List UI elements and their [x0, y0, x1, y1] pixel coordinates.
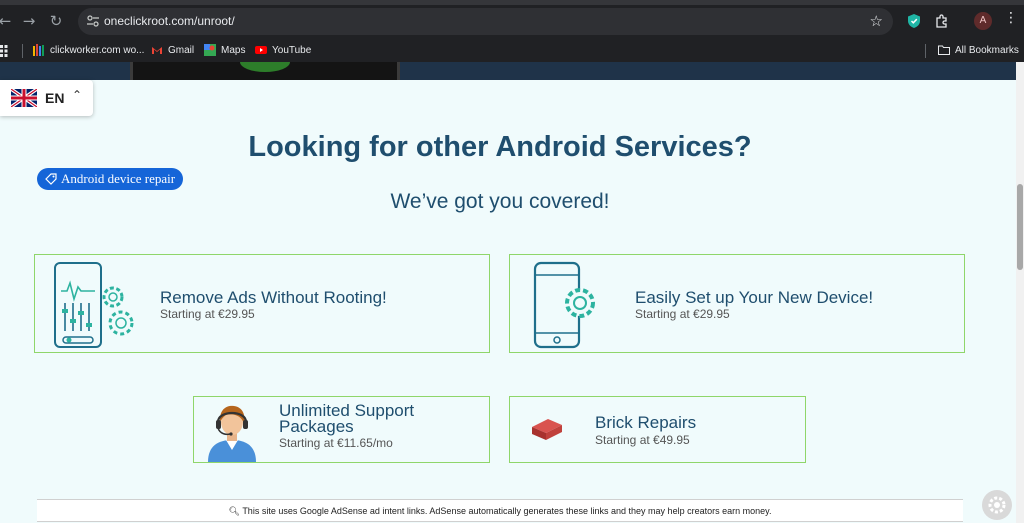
service-title[interactable]: Brick Repairs — [595, 414, 696, 431]
bookmark-label: YouTube — [272, 44, 312, 56]
gear-icon — [988, 496, 1006, 514]
section-subheading: We’ve got you covered! — [390, 190, 610, 213]
divider — [925, 44, 926, 58]
tag-icon — [45, 173, 57, 185]
all-bookmarks-button[interactable]: All Bookmarks — [938, 44, 1019, 56]
uk-flag-icon — [11, 89, 37, 107]
bookmark-label: Maps — [221, 44, 246, 56]
back-icon[interactable]: ← — [0, 12, 14, 30]
bookmark-maps[interactable]: Maps — [204, 44, 245, 56]
reload-icon[interactable]: ↻ — [47, 12, 65, 30]
service-card-brick-repairs[interactable]: Brick Repairs Starting at €49.95 — [509, 396, 806, 463]
service-card-setup-device[interactable]: Easily Set up Your New Device! Starting … — [509, 254, 965, 353]
divider — [22, 44, 23, 58]
folder-icon — [938, 45, 950, 55]
adsense-notice-text: This site uses Google AdSense ad intent … — [242, 506, 772, 516]
brick-icon — [532, 419, 562, 440]
service-price: Starting at €49.95 — [595, 433, 690, 447]
site-info-icon[interactable] — [86, 14, 100, 28]
maps-icon — [204, 44, 216, 56]
section-heading: Looking for other Android Services? — [248, 131, 752, 163]
bookmark-youtube[interactable]: YouTube — [255, 44, 311, 56]
search-icon: 🔍︎ — [228, 507, 240, 517]
service-price: Starting at €11.65/mo — [279, 436, 393, 450]
service-price: Starting at €29.95 — [160, 307, 255, 321]
bookmark-star-icon[interactable]: ☆ — [870, 12, 883, 30]
extensions-puzzle-icon[interactable] — [934, 13, 950, 29]
bookmark-gmail[interactable]: Gmail — [151, 44, 194, 56]
browser-menu-icon[interactable]: ⋮ — [1004, 10, 1018, 26]
clickworker-icon — [33, 44, 44, 56]
gmail-icon — [152, 47, 162, 54]
tag-chip-label: Android device repair — [61, 171, 176, 186]
support-agent-icon — [208, 405, 256, 462]
service-price: Starting at €29.95 — [635, 307, 730, 321]
floating-settings-button[interactable] — [982, 490, 1012, 520]
scrollbar-track[interactable] — [1016, 62, 1024, 523]
scrollbar-thumb[interactable] — [1017, 184, 1023, 270]
profile-avatar[interactable]: A — [974, 12, 992, 30]
service-title[interactable]: Remove Ads Without Rooting! — [160, 289, 387, 306]
apps-grid-icon[interactable] — [0, 45, 12, 57]
service-card-support-packages[interactable]: Unlimited Support Packages Starting at €… — [193, 396, 490, 463]
bookmarks-bar: clickworker.com wo... Gmail Maps YouTube… — [0, 40, 1024, 62]
language-code: EN — [45, 90, 65, 106]
youtube-icon — [255, 46, 267, 54]
bookmark-label: Gmail — [168, 44, 195, 56]
phone-gear-icon — [533, 261, 595, 349]
browser-toolbar: ← → ↻ oneclickroot.com/unroot/ ☆ A ⋮ — [0, 0, 1024, 40]
chevron-up-icon: ⌃ — [72, 88, 83, 102]
url-text[interactable]: oneclickroot.com/unroot/ — [104, 14, 235, 28]
service-title[interactable]: Easily Set up Your New Device! — [635, 289, 873, 306]
tag-chip-android-device-repair[interactable]: Android device repair — [37, 168, 184, 190]
forward-icon[interactable]: → — [20, 12, 38, 30]
address-bar[interactable]: oneclickroot.com/unroot/ ☆ — [78, 8, 893, 35]
service-title[interactable]: Unlimited Support Packages — [279, 402, 479, 435]
adsense-notice: 🔍︎ This site uses Google AdSense ad inte… — [37, 499, 963, 522]
phone-settings-sliders-icon — [54, 262, 134, 348]
all-bookmarks-label: All Bookmarks — [955, 44, 1019, 56]
bookmark-label: clickworker.com wo... — [50, 44, 145, 56]
bookmark-clickworker[interactable]: clickworker.com wo... — [33, 44, 144, 56]
hero-banner-bottom — [0, 62, 1016, 80]
language-selector[interactable]: EN ⌃ — [0, 80, 93, 116]
tab-strip — [0, 0, 1024, 5]
service-card-remove-ads[interactable]: Remove Ads Without Rooting! Starting at … — [34, 254, 490, 353]
shield-extension-icon[interactable] — [906, 13, 922, 29]
